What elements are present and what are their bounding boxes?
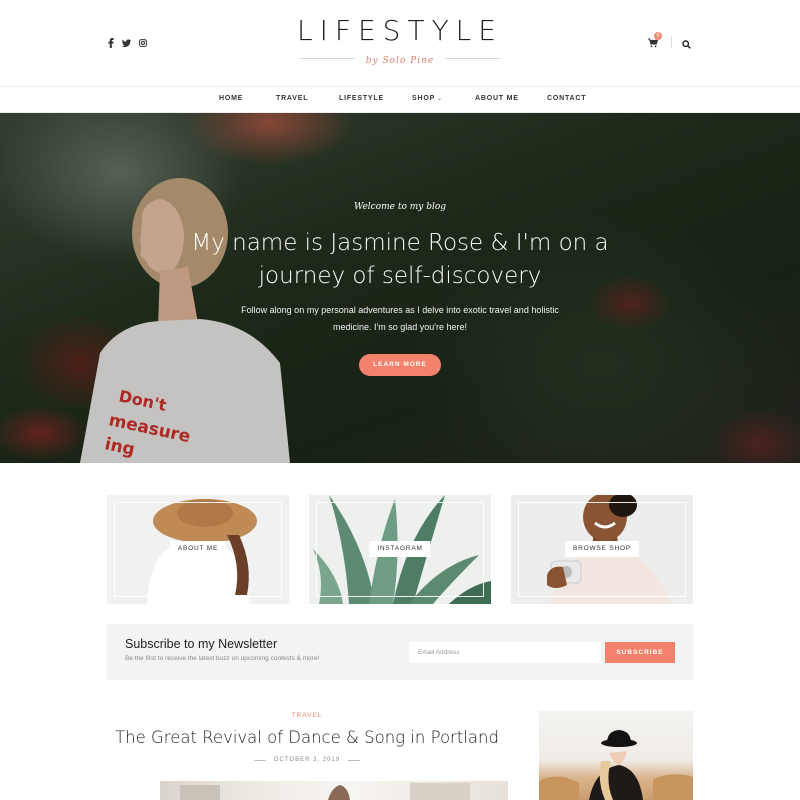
feature-label: INSTAGRAM	[369, 541, 431, 557]
nav-lifestyle[interactable]: LIFESTYLE	[339, 95, 384, 102]
date-divider-left	[253, 759, 266, 761]
post-date: OCTOBER 3, 2019	[273, 757, 341, 763]
hero-banner: Don't measure ing Welcome to my blog My …	[0, 113, 800, 463]
hero-title: My name is Jasmine Rose & I'm on a journ…	[191, 230, 609, 289]
nav-contact[interactable]: CONTACT	[547, 95, 586, 102]
nav-travel[interactable]: TRAVEL	[276, 95, 308, 102]
feature-browse-shop[interactable]: BROWSE SHOP	[511, 495, 693, 604]
tools-divider	[671, 36, 672, 48]
hero-overline: Welcome to my blog	[353, 202, 447, 212]
logo-divider-left	[300, 58, 355, 59]
sidebar-profile-image[interactable]	[539, 711, 693, 800]
post-title[interactable]: The Great Revival of Dance & Song in Por…	[107, 728, 507, 747]
feature-instagram[interactable]: INSTAGRAM	[309, 495, 491, 604]
post-image-content	[180, 783, 470, 800]
instagram-icon[interactable]	[138, 38, 147, 48]
site-logo[interactable]: LIFESTYLE by Solo Pine	[250, 16, 550, 66]
post-meta: OCTOBER 3, 2019	[107, 757, 507, 763]
newsletter-section: Subscribe to my Newsletter Be the first …	[107, 624, 693, 680]
facebook-icon[interactable]	[106, 38, 115, 48]
header-tools: 0	[648, 32, 694, 49]
hero-description: Follow along on my personal adventures a…	[241, 305, 559, 332]
logo-subtitle-row: by Solo Pine	[250, 50, 550, 66]
newsletter-title: Subscribe to my Newsletter	[125, 637, 278, 651]
cart-count-badge: 0	[654, 32, 662, 40]
date-divider-right	[348, 759, 361, 761]
nav-about-me[interactable]: ABOUT ME	[475, 95, 519, 102]
logo-title: LIFESTYLE	[297, 14, 503, 47]
chevron-down-icon: ⌄	[437, 96, 443, 102]
post-featured-image[interactable]	[160, 781, 508, 800]
learn-more-button[interactable]: LEARN MORE	[359, 354, 441, 376]
newsletter-subtitle: Be the first to receive the latest buzz …	[125, 655, 320, 662]
nav-shop[interactable]: SHOP ⌄	[412, 95, 443, 102]
feature-about-me[interactable]: ABOUT ME	[107, 495, 289, 604]
main-navigation: HOME TRAVEL LIFESTYLE SHOP ⌄ ABOUT ME CON…	[0, 86, 800, 113]
cart-button[interactable]: 0	[648, 32, 662, 48]
site-header: LIFESTYLE by Solo Pine 0	[0, 0, 800, 86]
sidebar-photo-woman	[539, 730, 693, 800]
email-input[interactable]	[409, 642, 601, 663]
twitter-icon[interactable]	[122, 38, 131, 48]
search-icon	[682, 40, 691, 49]
subscribe-button[interactable]: SUBSCRIBE	[605, 642, 675, 663]
logo-divider-right	[445, 58, 500, 59]
logo-subtitle: by Solo Pine	[365, 56, 435, 66]
social-links	[106, 38, 147, 48]
nav-shop-label: SHOP	[412, 95, 436, 102]
feature-label: ABOUT ME	[169, 541, 227, 557]
nav-home[interactable]: HOME	[219, 95, 243, 102]
post-category[interactable]: TRAVEL	[107, 712, 507, 719]
search-button[interactable]	[682, 36, 694, 49]
feature-label: BROWSE SHOP	[565, 541, 639, 557]
